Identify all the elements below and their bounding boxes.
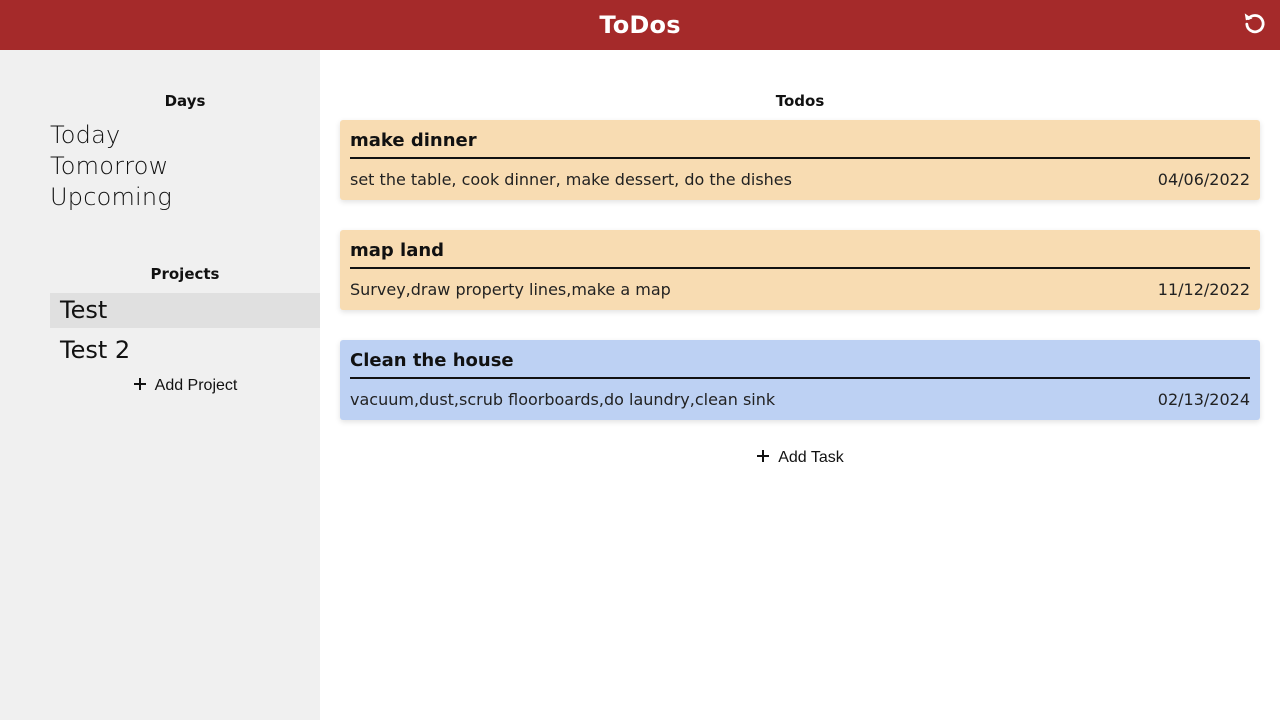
todo-divider (350, 157, 1250, 159)
add-project-label: Add Project (154, 377, 238, 394)
todo-description: Survey,draw property lines,make a map (350, 280, 671, 299)
project-item-test-2[interactable]: Test 2 (50, 333, 320, 368)
add-task-label: Add Task (778, 449, 844, 466)
reset-button[interactable] (1240, 10, 1270, 40)
plus-icon (133, 377, 147, 396)
sidebar-item-tomorrow[interactable]: Tomorrow (50, 151, 168, 181)
todo-description: vacuum,dust,scrub floorboards,do laundry… (350, 390, 776, 409)
todo-date: 02/13/2024 (1157, 390, 1250, 409)
todo-title: make dinner (350, 130, 477, 151)
todo-divider (350, 377, 1250, 379)
todo-divider (350, 267, 1250, 269)
todos-heading: Todos (775, 92, 825, 110)
todo-title: map land (350, 240, 445, 261)
reset-icon (1241, 9, 1269, 41)
todo-description: set the table, cook dinner, make dessert… (350, 170, 792, 189)
app-title: ToDos (599, 11, 681, 39)
todo-card[interactable]: Clean the house vacuum,dust,scrub floorb… (340, 340, 1260, 420)
add-task-button[interactable]: Add Task (340, 447, 1260, 469)
todo-date: 11/12/2022 (1157, 280, 1250, 299)
todo-card[interactable]: make dinner set the table, cook dinner, … (340, 120, 1260, 200)
app-header: ToDos (0, 0, 1280, 50)
projects-heading: Projects (150, 265, 220, 283)
days-heading: Days (164, 92, 206, 110)
main-panel: Todos make dinner set the table, cook di… (320, 50, 1280, 720)
todo-card[interactable]: map land Survey,draw property lines,make… (340, 230, 1260, 310)
todo-date: 04/06/2022 (1157, 170, 1250, 189)
project-item-test[interactable]: Test (50, 293, 320, 328)
sidebar-item-upcoming[interactable]: Upcoming (50, 182, 172, 212)
add-project-button[interactable]: Add Project (50, 375, 320, 397)
sidebar-item-today[interactable]: Today (50, 120, 120, 150)
sidebar: Days Today Tomorrow Upcoming Projects Te… (0, 50, 320, 720)
plus-icon (756, 449, 770, 468)
todo-title: Clean the house (350, 350, 514, 371)
